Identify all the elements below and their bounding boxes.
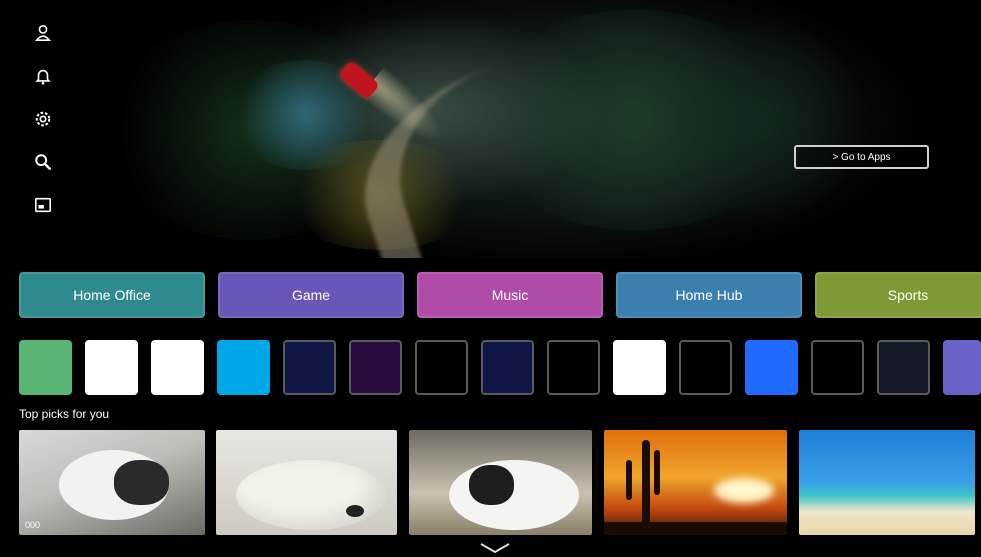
app-tile[interactable]: [679, 340, 732, 395]
chevron-down-icon[interactable]: [479, 542, 511, 554]
app-tile[interactable]: [349, 340, 402, 395]
pick-lying-cat[interactable]: [409, 430, 592, 535]
app-tile[interactable]: [151, 340, 204, 395]
app-tile[interactable]: [943, 340, 981, 395]
app-tile[interactable]: [877, 340, 930, 395]
category-game[interactable]: Game: [218, 272, 404, 318]
pick-label: 000: [25, 520, 41, 530]
app-tile[interactable]: [745, 340, 798, 395]
category-home-hub[interactable]: Home Hub: [616, 272, 802, 318]
top-picks-title: Top picks for you: [19, 407, 110, 421]
search-icon[interactable]: [30, 149, 56, 175]
go-to-apps-button[interactable]: > Go to Apps: [794, 145, 929, 169]
side-nav: [30, 20, 56, 235]
category-music[interactable]: Music: [417, 272, 603, 318]
category-home-office[interactable]: Home Office: [19, 272, 205, 318]
input-source-icon[interactable]: [30, 192, 56, 218]
profile-icon[interactable]: [30, 20, 56, 46]
pick-cactus-sunset[interactable]: [604, 430, 787, 535]
category-sports[interactable]: Sports: [815, 272, 981, 318]
app-tile[interactable]: [481, 340, 534, 395]
settings-gear-icon[interactable]: [30, 106, 56, 132]
app-tile[interactable]: [547, 340, 600, 395]
pick-sleeping-dog[interactable]: [216, 430, 397, 535]
app-tile[interactable]: [811, 340, 864, 395]
app-tile[interactable]: [19, 340, 72, 395]
notification-bell-icon[interactable]: [30, 63, 56, 89]
pick-sleeping-cat[interactable]: 000: [19, 430, 205, 535]
app-tile[interactable]: [613, 340, 666, 395]
app-tile[interactable]: [217, 340, 270, 395]
app-tile[interactable]: [415, 340, 468, 395]
hero-banner: > Go to Apps: [0, 0, 981, 258]
app-tile[interactable]: [85, 340, 138, 395]
app-tile[interactable]: [283, 340, 336, 395]
pick-beach[interactable]: [799, 430, 975, 535]
